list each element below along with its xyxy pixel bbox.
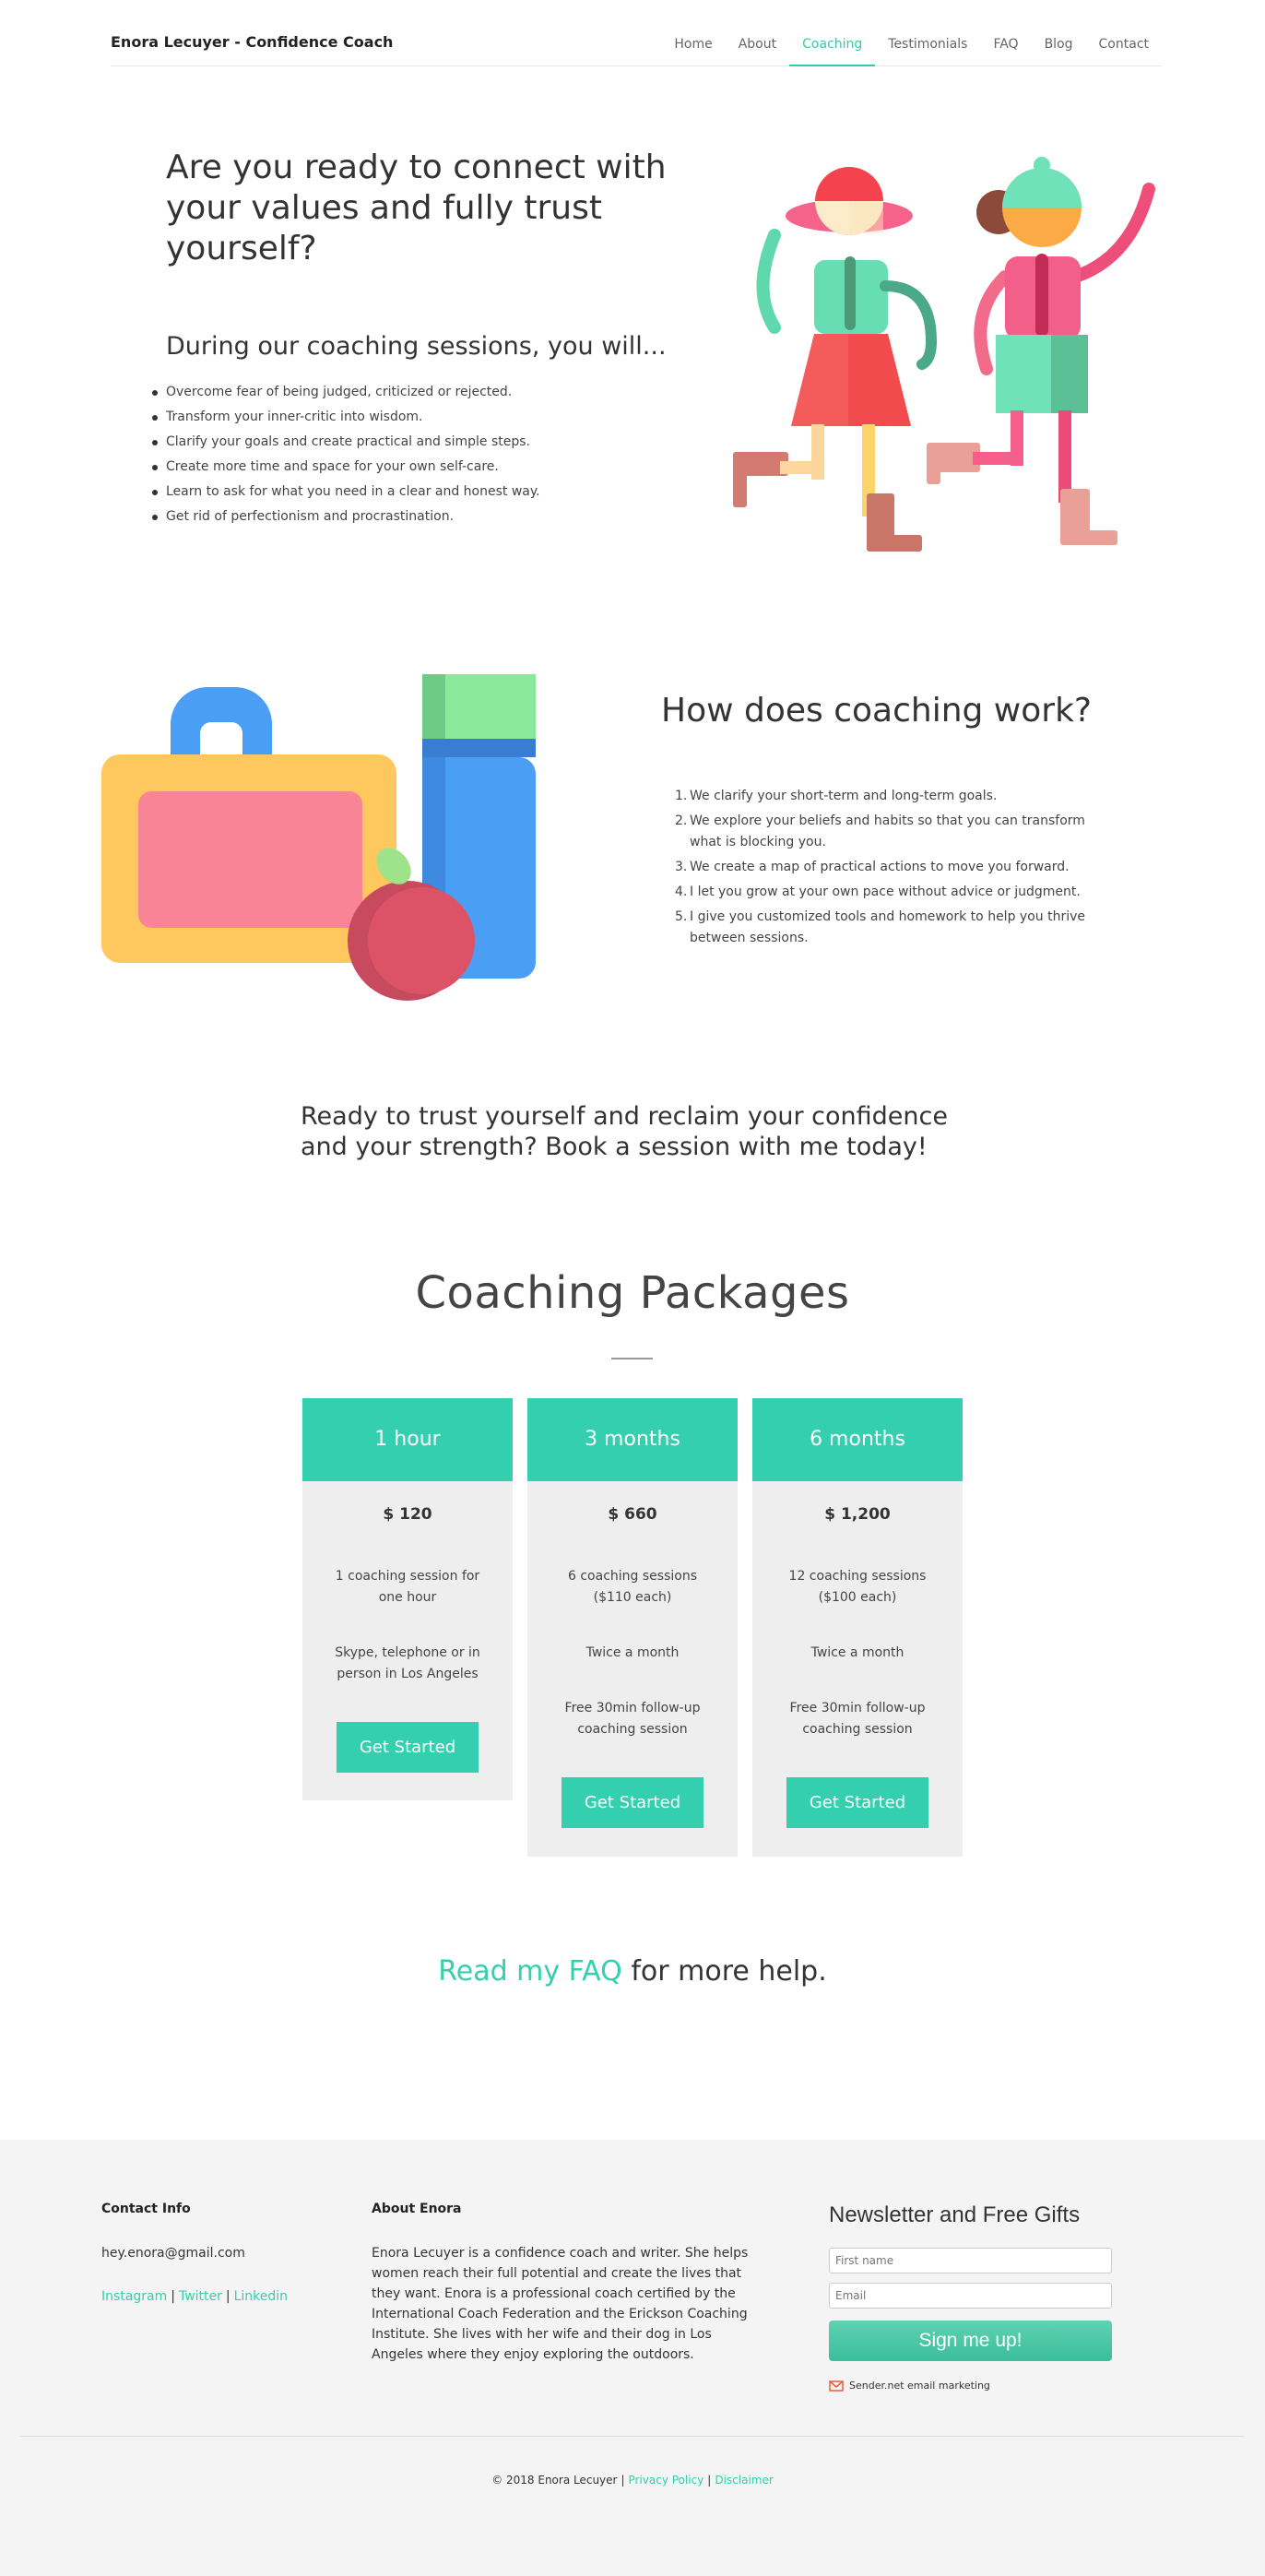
site-footer: Contact Info hey.enora@gmail.com Instagr… <box>0 2140 1265 2576</box>
about-heading: About Enora <box>372 2202 462 2216</box>
instagram-link[interactable]: Instagram <box>101 2289 167 2304</box>
hero-subtitle: During our coaching sessions, you will..… <box>166 332 667 361</box>
package-price: $ 660 <box>608 1505 657 1524</box>
get-started-button[interactable]: Get Started <box>562 1777 703 1828</box>
list-item: We explore your beliefs and habits so th… <box>675 811 1085 849</box>
package-card-6-months: 6 months $ 1,200 12 coaching sessions ($… <box>752 1398 963 1857</box>
newsletter-title: Newsletter and Free Gifts <box>829 2202 1081 2227</box>
package-name: 3 months <box>527 1398 738 1481</box>
site-header: Enora Lecuyer - Confidence Coach Home Ab… <box>111 0 1162 66</box>
package-feature: 6 coaching sessions ($110 each) <box>568 1569 697 1605</box>
package-price: $ 1,200 <box>824 1505 891 1524</box>
faq-prompt: Read my FAQ for more help. <box>0 1955 1265 1988</box>
sender-badge[interactable]: Sender.net email marketing <box>829 2380 990 2392</box>
copyright-text: © 2018 Enora Lecuyer <box>491 2474 618 2487</box>
disclaimer-link[interactable]: Disclaimer <box>715 2474 773 2487</box>
how-coaching-title: How does coaching work? <box>661 692 1093 730</box>
get-started-button[interactable]: Get Started <box>786 1777 928 1828</box>
site-brand[interactable]: Enora Lecuyer - Confidence Coach <box>111 33 393 51</box>
kids-playing-illustration <box>733 157 1155 552</box>
link-separator: | <box>707 2474 712 2487</box>
sender-label: Sender.net email marketing <box>849 2380 990 2392</box>
list-item: Clarify your goals and create practical … <box>152 430 540 455</box>
nav-about[interactable]: About <box>726 37 789 66</box>
about-text: Enora Lecuyer is a confidence coach and … <box>372 2246 749 2362</box>
nav-contact[interactable]: Contact <box>1086 37 1162 66</box>
list-item: Transform your inner-critic into wisdom. <box>152 405 540 430</box>
package-feature: 1 coaching session for one hour <box>335 1569 480 1605</box>
nav-testimonials[interactable]: Testimonials <box>875 37 980 66</box>
link-separator: | <box>225 2289 231 2304</box>
faq-prompt-text: for more help. <box>621 1955 827 1988</box>
package-card-1-hour: 1 hour $ 120 1 coaching session for one … <box>302 1398 513 1800</box>
benefits-list: Overcome fear of being judged, criticize… <box>152 380 540 529</box>
package-feature: Skype, telephone or in person in Los Ang… <box>335 1645 480 1681</box>
sign-up-button[interactable]: Sign me up! <box>829 2321 1112 2361</box>
package-card-3-months: 3 months $ 660 6 coaching sessions ($110… <box>527 1398 738 1857</box>
how-steps-list: We clarify your short-term and long-term… <box>675 786 1114 953</box>
package-name: 6 months <box>752 1398 963 1481</box>
list-item: Get rid of perfectionism and procrastina… <box>152 505 540 529</box>
link-separator: | <box>171 2289 175 2304</box>
get-started-button[interactable]: Get Started <box>337 1722 479 1773</box>
list-item: Learn to ask for what you need in a clea… <box>152 480 540 505</box>
social-links: Instagram | Twitter | Linkedin <box>101 2286 288 2307</box>
packages-title: Coaching Packages <box>415 1267 850 1319</box>
package-feature: Twice a month <box>810 1645 904 1660</box>
nav-coaching[interactable]: Coaching <box>789 37 876 66</box>
list-item: I give you customized tools and homework… <box>675 907 1085 945</box>
list-item: I let you grow at your own pace without … <box>675 882 1081 903</box>
link-separator: | <box>621 2474 625 2487</box>
privacy-policy-link[interactable]: Privacy Policy <box>629 2474 704 2487</box>
linkedin-link[interactable]: Linkedin <box>234 2289 288 2304</box>
contact-email[interactable]: hey.enora@gmail.com <box>101 2243 245 2263</box>
contact-info-heading: Contact Info <box>101 2202 191 2216</box>
package-feature: 12 coaching sessions ($100 each) <box>788 1569 927 1605</box>
call-to-action-text: Ready to trust yourself and reclaim your… <box>301 1102 948 1161</box>
envelope-icon <box>829 2380 844 2392</box>
package-feature: Twice a month <box>585 1645 680 1660</box>
package-name: 1 hour <box>302 1398 513 1481</box>
first-name-input[interactable] <box>829 2248 1112 2273</box>
twitter-link[interactable]: Twitter <box>179 2289 222 2304</box>
faq-link[interactable]: Read my FAQ <box>438 1955 622 1988</box>
list-item: We clarify your short-term and long-term… <box>675 786 998 807</box>
lunchbox-illustration <box>101 674 536 1001</box>
nav-home[interactable]: Home <box>661 37 725 66</box>
package-price: $ 120 <box>383 1505 432 1524</box>
email-input[interactable] <box>829 2283 1112 2309</box>
nav-blog[interactable]: Blog <box>1032 37 1086 66</box>
list-item: Create more time and space for your own … <box>152 455 540 480</box>
package-feature: Free 30min follow-up coaching session <box>789 1701 926 1737</box>
title-divider <box>611 1358 653 1359</box>
footer-divider <box>20 2436 1245 2437</box>
hero-title: Are you ready to connect with your value… <box>166 148 667 267</box>
package-feature: Free 30min follow-up coaching session <box>564 1701 701 1737</box>
list-item: Overcome fear of being judged, criticize… <box>152 380 540 405</box>
main-nav: Home About Coaching Testimonials FAQ Blo… <box>661 37 1162 66</box>
list-item: We create a map of practical actions to … <box>675 857 1070 878</box>
nav-faq[interactable]: FAQ <box>980 37 1031 66</box>
copyright-line: © 2018 Enora Lecuyer | Privacy Policy | Disc… <box>0 2474 1265 2487</box>
